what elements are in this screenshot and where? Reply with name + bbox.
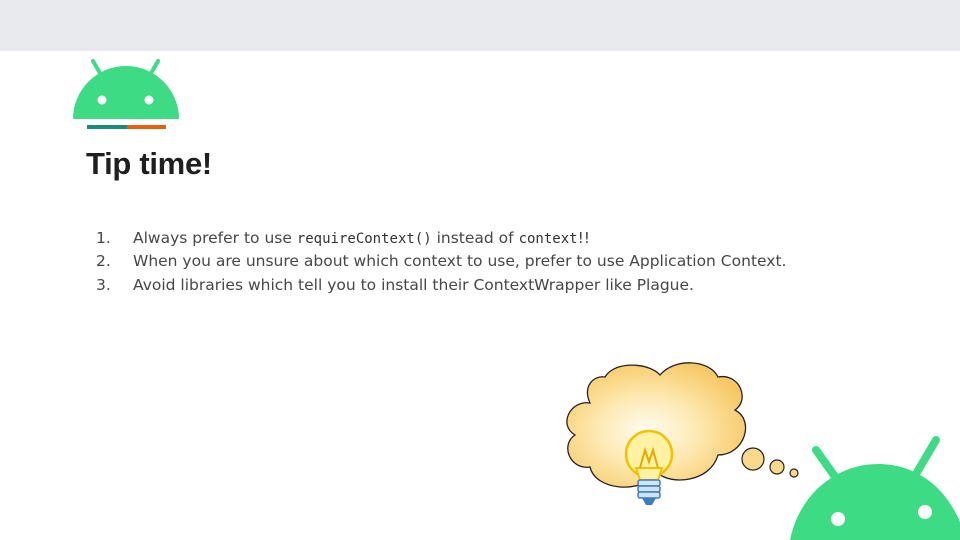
tip-item: 1. Always prefer to use requireContext() … [96, 226, 856, 250]
tip-number: 1. [96, 228, 111, 247]
tip-text: Always prefer to use requireContext() in… [133, 229, 590, 247]
tip-text-segment: !! [577, 228, 591, 247]
tip-item: 3. Avoid libraries which tell you to inst… [96, 273, 856, 297]
tip-text-segment: Avoid libraries which tell you to instal… [133, 275, 694, 294]
tip-text: When you are unsure about which context … [133, 252, 786, 270]
top-bar [0, 0, 960, 51]
light-bulb-icon [624, 429, 674, 505]
tip-item: 2. When you are unsure about which contex… [96, 250, 856, 274]
tip-text-segment: When you are unsure about which context … [133, 252, 787, 271]
slide-title: Tip time! [86, 146, 212, 181]
android-logo-icon [73, 59, 179, 129]
tip-text: Avoid libraries which tell you to instal… [133, 276, 694, 294]
tip-number: 3. [96, 275, 111, 294]
tip-text-segment: instead of [431, 228, 519, 247]
tip-list: 1. Always prefer to use requireContext() … [96, 226, 856, 297]
inline-code: requireContext() [296, 230, 432, 247]
android-corner-icon [790, 436, 960, 540]
inline-code: context [518, 230, 578, 247]
tip-number: 2. [96, 252, 111, 271]
thought-bubble-icon [566, 362, 799, 488]
tip-text-segment: Always prefer to use [133, 228, 297, 247]
